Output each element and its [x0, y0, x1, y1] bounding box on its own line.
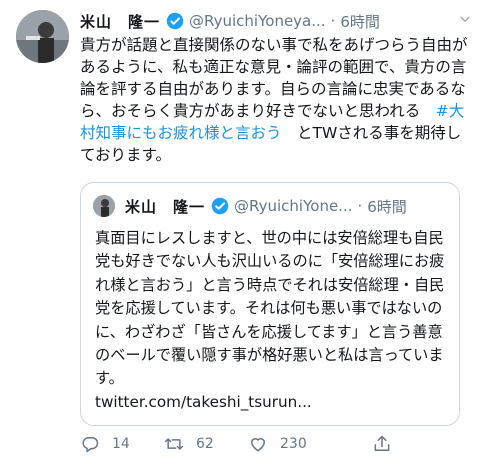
tweet-timestamp[interactable]: 6時間 — [340, 11, 380, 32]
tweet-actions: 14 62 230 — [80, 428, 472, 460]
quoted-tweet-text: 真面目にレスしますと、世の中には安倍総理も自民党も好きでない人も沢山いるのに「安… — [95, 229, 445, 411]
quoted-tweet-card[interactable]: 米山 隆一 @RyuichiYone... · 6時間 真面目にレスしますと、世… — [80, 182, 460, 426]
quoted-author-name: 米山 隆一 — [125, 197, 206, 216]
verified-badge-icon — [211, 197, 229, 215]
reply-button[interactable]: 14 — [80, 434, 164, 454]
like-count: 230 — [280, 436, 307, 452]
tweet-text-main: 貴方が話題と直接関係のない事で私をあげつらう自由があるように、私も適正な意見・論… — [80, 36, 468, 120]
author-name[interactable]: 米山 隆一 — [80, 11, 160, 32]
retweet-icon — [164, 438, 184, 450]
share-button[interactable] — [372, 434, 404, 454]
separator-dot: · — [330, 12, 336, 30]
chevron-down-icon[interactable] — [458, 12, 472, 26]
like-button[interactable]: 230 — [248, 434, 372, 454]
reply-icon — [82, 437, 99, 453]
author-handle[interactable]: @RyuichiYoneya... — [189, 12, 326, 30]
tweet-header: 米山 隆一 @RyuichiYoneya... · 6時間 — [80, 10, 472, 32]
tweet-text: 貴方が話題と直接関係のない事で私をあげつらう自由があるように、私も適正な意見・論… — [80, 34, 472, 166]
quoted-author-avatar — [93, 195, 115, 217]
reply-count: 14 — [112, 436, 130, 452]
quoted-author-handle: @RyuichiYone... — [234, 197, 353, 215]
author-avatar[interactable] — [16, 10, 69, 63]
verified-badge-icon — [166, 12, 184, 30]
retweet-count: 62 — [196, 436, 214, 452]
like-icon — [251, 438, 265, 452]
share-icon — [374, 435, 390, 451]
retweet-button[interactable]: 62 — [164, 434, 248, 454]
separator-dot: · — [357, 197, 363, 215]
quoted-tweet-header: 米山 隆一 @RyuichiYone... · 6時間 — [93, 195, 449, 217]
quoted-timestamp: 6時間 — [367, 197, 407, 216]
